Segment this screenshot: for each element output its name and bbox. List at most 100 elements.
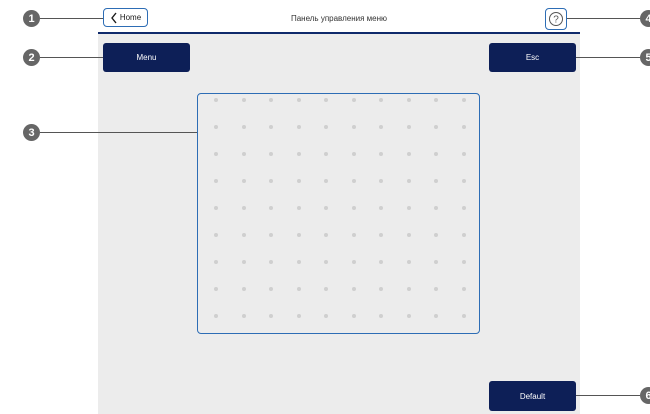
- callout-4: 4: [640, 10, 650, 27]
- menu-button[interactable]: Menu: [103, 43, 190, 72]
- touchpad-dot: [324, 314, 328, 318]
- touchpad-dot: [296, 260, 301, 264]
- callout-leader: [576, 57, 640, 58]
- touchpad-dot: [214, 179, 218, 183]
- touchpad-dot: [351, 233, 356, 237]
- touchpad-dot: [406, 179, 411, 183]
- touchpad-dot: [214, 152, 218, 156]
- touchpad-dot: [351, 125, 356, 129]
- touchpad-dot: [379, 125, 383, 129]
- touchpad-dot: [434, 98, 438, 102]
- callout-leader: [40, 57, 103, 58]
- touchpad-dot: [434, 179, 438, 183]
- esc-button[interactable]: Esc: [489, 43, 576, 72]
- touchpad-dot: [296, 125, 301, 129]
- touchpad-dot: [351, 179, 356, 183]
- touchpad-dot: [324, 260, 328, 264]
- touchpad-dot: [214, 125, 218, 129]
- callout-6: 6: [640, 387, 650, 404]
- touchpad-dot: [214, 287, 218, 291]
- touchpad-dot: [214, 233, 218, 237]
- touchpad-dot: [434, 260, 438, 264]
- default-button[interactable]: Default: [489, 381, 576, 411]
- touchpad-dot: [379, 179, 383, 183]
- touchpad-dot: [379, 314, 383, 318]
- touchpad-dot: [379, 287, 383, 291]
- touchpad-dot: [351, 98, 356, 102]
- touchpad-dot: [269, 206, 273, 210]
- touchpad-dot: [406, 98, 411, 102]
- touchpad-dot: [434, 287, 438, 291]
- touchpad-dot: [461, 98, 466, 102]
- touchpad-dot: [241, 287, 246, 291]
- touchpad-dot: [434, 152, 438, 156]
- callout-leader: [40, 132, 197, 133]
- touchpad-dot: [241, 125, 246, 129]
- touchpad-dot: [461, 233, 466, 237]
- touchpad-dot: [324, 233, 328, 237]
- touchpad-dot: [324, 287, 328, 291]
- callout-2: 2: [23, 49, 40, 66]
- touchpad-dot: [241, 152, 246, 156]
- touchpad-dot: [406, 206, 411, 210]
- touchpad-dot: [351, 260, 356, 264]
- touchpad-dot: [461, 152, 466, 156]
- callout-leader: [40, 18, 103, 19]
- question-circle-icon: ?: [549, 12, 563, 26]
- touchpad-dot: [434, 314, 438, 318]
- touchpad-dot: [379, 260, 383, 264]
- touchpad-dot: [379, 98, 383, 102]
- callout-3: 3: [23, 124, 40, 141]
- touchpad-dot: [434, 206, 438, 210]
- touchpad-dot: [214, 260, 218, 264]
- touchpad-dot: [461, 314, 466, 318]
- touchpad-dot: [241, 260, 246, 264]
- touchpad-dot: [324, 179, 328, 183]
- page-title: Панель управления меню: [290, 14, 388, 23]
- touchpad-dot: [406, 287, 411, 291]
- touchpad-dot: [269, 233, 273, 237]
- svg-text:?: ?: [553, 15, 559, 26]
- help-button[interactable]: ?: [545, 8, 567, 30]
- touchpad-dot: [351, 152, 356, 156]
- touchpad-dot: [406, 125, 411, 129]
- callout-leader: [567, 18, 640, 19]
- touchpad-dot: [269, 98, 273, 102]
- touchpad-dot: [269, 314, 273, 318]
- touchpad-dot: [461, 179, 466, 183]
- touchpad-dot: [351, 314, 356, 318]
- touchpad-dot: [324, 125, 328, 129]
- touchpad-dot: [241, 314, 246, 318]
- touchpad-dot: [324, 152, 328, 156]
- touchpad-dot: [241, 233, 246, 237]
- touchpad-dot: [214, 206, 218, 210]
- touchpad-dot: [296, 179, 301, 183]
- touchpad-dot: [461, 260, 466, 264]
- touchpad-dot: [379, 152, 383, 156]
- touchpad-dot: [296, 206, 301, 210]
- callout-leader: [576, 395, 640, 396]
- touchpad-dot: [296, 314, 301, 318]
- touchpad-dot: [214, 314, 218, 318]
- callout-5: 5: [640, 49, 650, 66]
- callout-1: 1: [23, 10, 40, 27]
- touchpad-dot: [406, 314, 411, 318]
- touchpad-dot: [351, 287, 356, 291]
- touchpad-dot: [241, 206, 246, 210]
- touchpad-dot: [324, 98, 328, 102]
- touchpad-dot: [351, 206, 356, 210]
- touchpad-dot: [296, 98, 301, 102]
- touchpad-dot: [406, 152, 411, 156]
- touchpad-dot: [296, 233, 301, 237]
- touchpad-dot: [241, 98, 246, 102]
- touchpad-dot: [379, 233, 383, 237]
- touchpad-area[interactable]: [197, 93, 480, 334]
- touchpad-dot: [461, 206, 466, 210]
- touchpad-dot: [269, 287, 273, 291]
- touchpad-dot: [406, 233, 411, 237]
- touchpad-dot: [269, 260, 273, 264]
- touchpad-dot: [461, 125, 466, 129]
- touchpad-dot: [406, 260, 411, 264]
- touchpad-dot: [434, 125, 438, 129]
- touchpad-dot: [324, 206, 328, 210]
